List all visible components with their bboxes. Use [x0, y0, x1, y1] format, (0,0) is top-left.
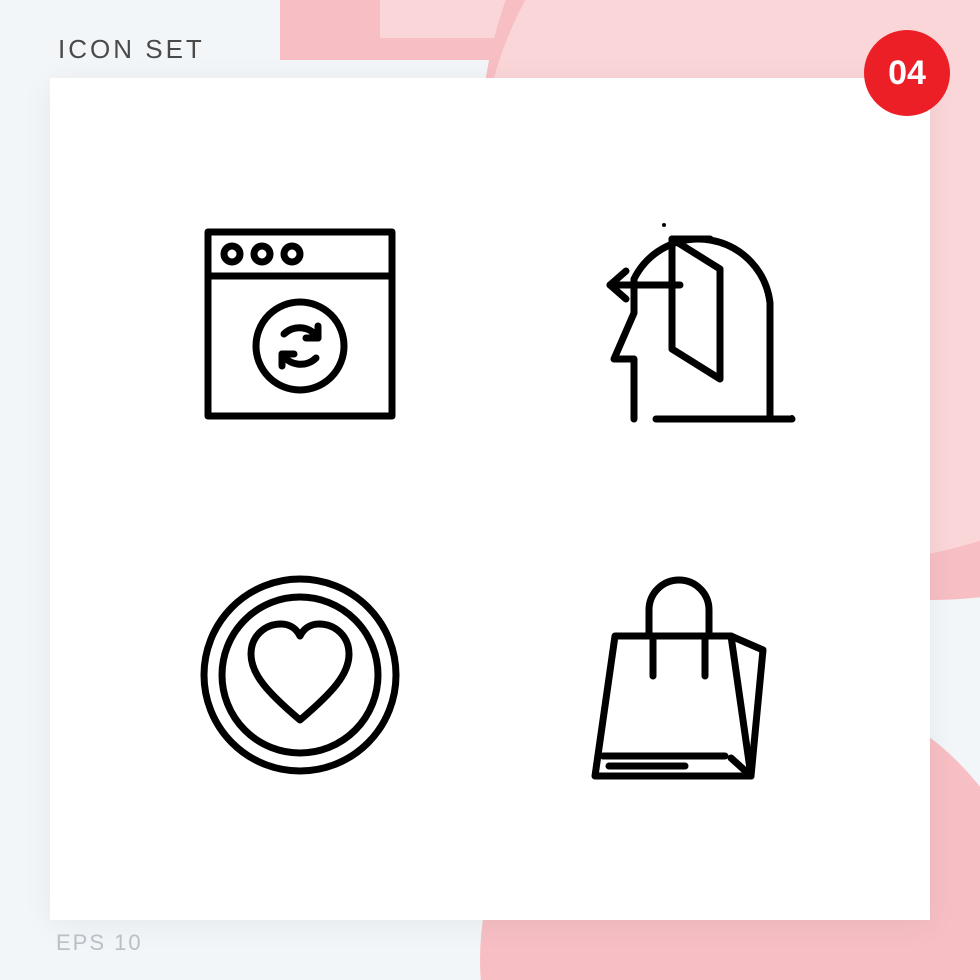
browser-sync-icon	[190, 214, 410, 434]
count-badge: 04	[864, 30, 950, 116]
icon-grid	[110, 148, 870, 850]
page-title: ICON SET	[58, 34, 205, 65]
icon-card	[50, 78, 930, 920]
shopping-bag-icon	[575, 560, 785, 790]
heart-circle-icon	[195, 570, 405, 780]
head-door-exit-icon	[560, 209, 800, 439]
footer-text: EPS 10	[56, 930, 143, 956]
